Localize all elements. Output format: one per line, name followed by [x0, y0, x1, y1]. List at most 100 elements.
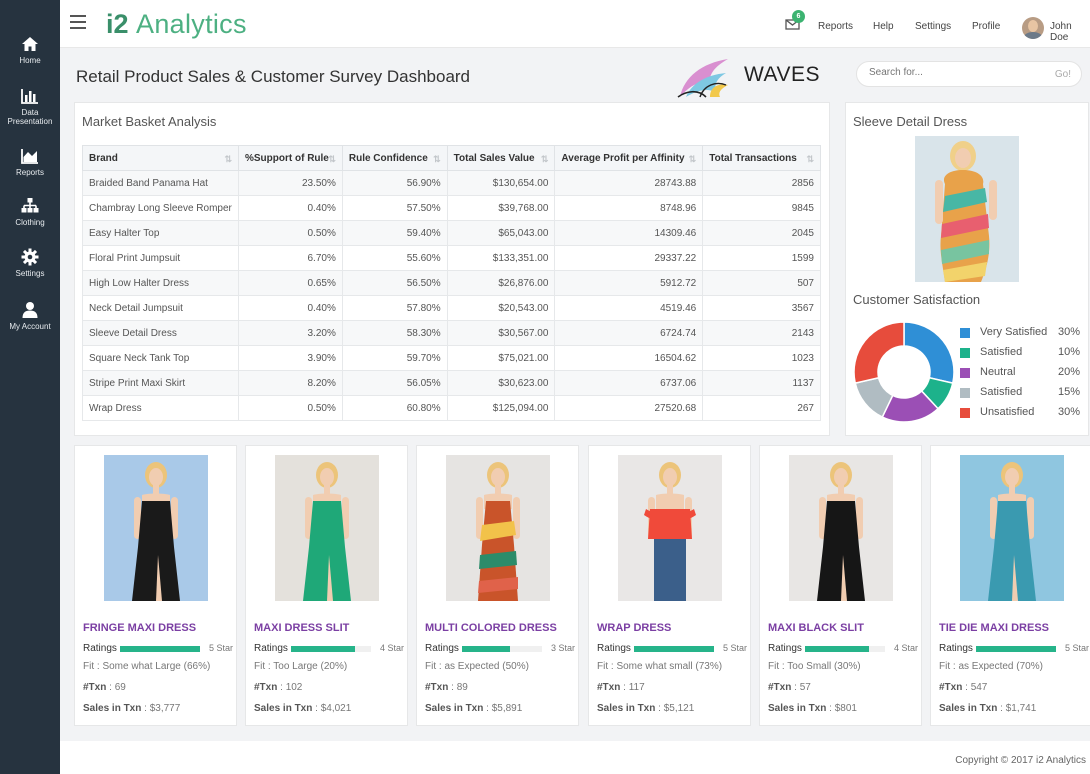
nav-profile[interactable]: Profile	[972, 21, 1000, 32]
rating-track	[634, 646, 714, 652]
column-header[interactable]: Brand ⇅	[82, 145, 239, 171]
table-row[interactable]: Easy Halter Top 0.50% 59.40% $65,043.00 1430…	[82, 220, 821, 246]
product-name[interactable]: MAXI DRESS SLIT	[254, 622, 349, 634]
table-cell: 2143	[702, 320, 821, 346]
sort-icon[interactable]: ⇅	[328, 154, 336, 165]
bar-chart-icon	[21, 89, 38, 104]
product-card[interactable]: TIE DIE MAXI DRESS Ratings 5 Star Fit : as …	[930, 445, 1090, 726]
table-row[interactable]: Square Neck Tank Top 3.90% 59.70% $75,021.0…	[82, 345, 821, 371]
sidebar-item-my-account[interactable]: My Account	[0, 300, 60, 331]
table-cell: 0.40%	[237, 195, 343, 221]
sidebar-item-clothing[interactable]: Clothing	[0, 196, 60, 227]
donut-slice[interactable]	[903, 321, 955, 385]
table-row[interactable]: High Low Halter Dress 0.65% 56.50% $26,876.…	[82, 270, 821, 296]
sidebar-item-label: Data Presentation	[7, 108, 53, 126]
fit-label: Fit	[939, 661, 951, 672]
column-header-label: Brand	[89, 152, 118, 164]
legend-item[interactable]: Neutral 20%	[960, 366, 1080, 380]
legend-percent: 30%	[1057, 326, 1080, 338]
product-image[interactable]	[446, 455, 550, 601]
txn-line: #Txn : 547	[939, 682, 988, 693]
txn-value: 89	[456, 682, 468, 693]
rating-fill	[805, 646, 869, 652]
table-row[interactable]: Sleeve Detail Dress 3.20% 58.30% $30,567.00…	[82, 320, 821, 346]
sidebar-item-reports[interactable]: Reports	[0, 146, 60, 177]
rating-track	[805, 646, 885, 652]
rating-stars: 4 Star	[893, 643, 918, 653]
donut-slice[interactable]	[853, 321, 905, 385]
sidebar-item-data-presentation[interactable]: Data Presentation	[0, 86, 60, 126]
nav-reports[interactable]: Reports	[818, 21, 853, 32]
table-row[interactable]: Floral Print Jumpsuit 6.70% 55.60% $133,351…	[82, 245, 821, 271]
nav-settings[interactable]: Settings	[915, 21, 951, 32]
column-header[interactable]: Rule Confidence ⇅	[341, 145, 448, 171]
product-card[interactable]: WRAP DRESS Ratings 5 Star Fit : Some what s…	[588, 445, 751, 726]
nav-help[interactable]: Help	[873, 21, 894, 32]
table-row[interactable]: Chambray Long Sleeve Romper 0.40% 57.50% $3…	[82, 195, 821, 221]
sales-label: Sales in Txn	[939, 703, 998, 714]
table-row[interactable]: Stripe Print Maxi Skirt 8.20% 56.05% $30,62…	[82, 370, 821, 396]
table-row[interactable]: Wrap Dress 0.50% 60.80% $125,094.00 27520.68…	[82, 395, 821, 421]
sort-icon[interactable]: ⇅	[224, 154, 232, 165]
legend-item[interactable]: Satisfied 10%	[960, 346, 1080, 360]
user-name[interactable]: John Doe	[1050, 21, 1090, 43]
sales-line: Sales in Txn : $5,121	[597, 703, 695, 714]
legend-item[interactable]: Satisfied 15%	[960, 386, 1080, 400]
sales-value: $801	[834, 703, 857, 714]
sort-icon[interactable]: ⇅	[689, 154, 697, 165]
table-cell: 56.50%	[341, 270, 448, 296]
rating-bar: Ratings 3 Star	[425, 643, 575, 655]
legend-item[interactable]: Unsatisfied 30%	[960, 406, 1080, 420]
rating-bar: Ratings 4 Star	[254, 643, 404, 655]
table-row[interactable]: Neck Detail Jumpsuit 0.40% 57.80% $20,543.0…	[82, 295, 821, 321]
table-cell: 5912.72	[554, 270, 704, 296]
fit-value: as Expected (70%)	[958, 661, 1043, 672]
search-go-button[interactable]: Go!	[1055, 69, 1071, 80]
legend-label: Unsatisfied	[980, 406, 1035, 418]
legend-label: Neutral	[980, 366, 1016, 378]
table-cell: High Low Halter Dress	[82, 270, 239, 296]
avatar[interactable]	[1022, 17, 1044, 39]
table-cell: 56.90%	[341, 170, 448, 196]
table-cell: 29337.22	[554, 245, 704, 271]
sort-icon[interactable]: ⇅	[806, 154, 814, 165]
product-name[interactable]: FRINGE MAXI DRESS	[83, 622, 196, 634]
mail-icon[interactable]: 6	[784, 10, 806, 34]
column-header[interactable]: Total Transactions ⇅	[702, 145, 821, 171]
txn-value: 69	[114, 682, 126, 693]
txn-line: #Txn : 69	[83, 682, 126, 693]
product-card[interactable]: MAXI DRESS SLIT Ratings 4 Star Fit : Too La…	[245, 445, 408, 726]
product-card[interactable]: MULTI COLORED DRESS Ratings 3 Star Fit : as…	[416, 445, 579, 726]
rating-track	[462, 646, 542, 652]
table-row[interactable]: Braided Band Panama Hat 23.50% 56.90% $130,…	[82, 170, 821, 196]
sidebar-item-home[interactable]: Home	[0, 34, 60, 65]
sort-icon[interactable]: ⇅	[433, 154, 441, 165]
table-cell: $39,768.00	[446, 195, 556, 221]
product-image[interactable]	[960, 455, 1064, 601]
table-cell: 0.65%	[237, 270, 343, 296]
product-name[interactable]: MAXI BLACK SLIT	[768, 622, 864, 634]
product-name[interactable]: WRAP DRESS	[597, 622, 671, 634]
txn-line: #Txn : 117	[597, 682, 645, 693]
brand-logo[interactable]: i2 Analytics	[106, 9, 247, 39]
product-name[interactable]: MULTI COLORED DRESS	[425, 622, 557, 634]
product-image[interactable]	[618, 455, 722, 601]
table-cell: $130,654.00	[446, 170, 556, 196]
sleeve-detail-dress-image[interactable]	[915, 136, 1019, 282]
sort-icon[interactable]: ⇅	[541, 154, 549, 165]
search-input[interactable]	[869, 67, 1039, 78]
product-image[interactable]	[275, 455, 379, 601]
product-image[interactable]	[104, 455, 208, 601]
legend-item[interactable]: Very Satisfied 30%	[960, 326, 1080, 340]
menu-toggle-icon[interactable]	[70, 15, 86, 29]
product-name[interactable]: TIE DIE MAXI DRESS	[939, 622, 1049, 634]
product-card[interactable]: MAXI BLACK SLIT Ratings 4 Star Fit : Too Sm…	[759, 445, 922, 726]
column-header[interactable]: Average Profit per Affinity ⇅	[554, 145, 704, 171]
sidebar-item-settings[interactable]: Settings	[0, 247, 60, 278]
column-header[interactable]: %Support of Rule ⇅	[237, 145, 343, 171]
rating-stars: 4 Star	[379, 643, 404, 653]
product-card[interactable]: FRINGE MAXI DRESS Ratings 5 Star Fit : Some…	[74, 445, 237, 726]
table-cell: Stripe Print Maxi Skirt	[82, 370, 239, 396]
product-image[interactable]	[789, 455, 893, 601]
column-header[interactable]: Total Sales Value ⇅	[446, 145, 556, 171]
